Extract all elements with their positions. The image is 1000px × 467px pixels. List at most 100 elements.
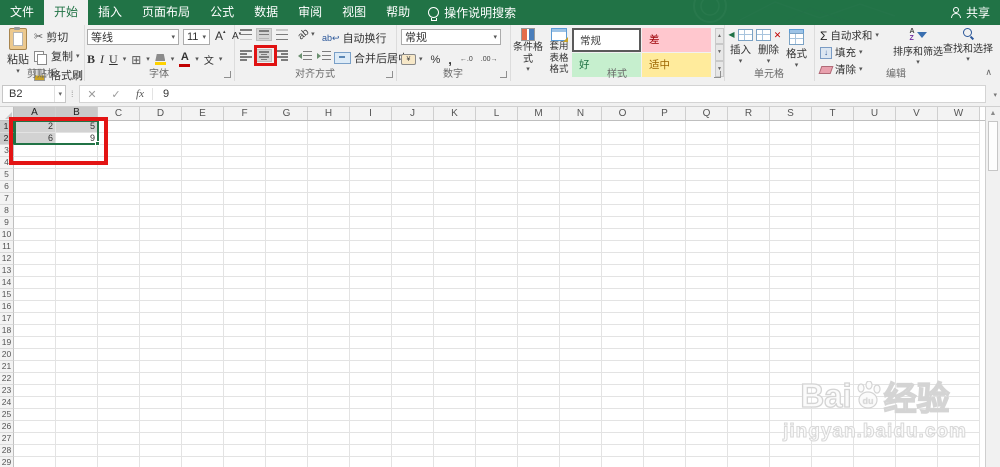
cell-F16[interactable] <box>224 301 266 313</box>
cell-L7[interactable] <box>476 193 518 205</box>
cell-H11[interactable] <box>308 241 350 253</box>
cell-I27[interactable] <box>350 433 392 445</box>
cell-W8[interactable] <box>938 205 980 217</box>
cell-S17[interactable] <box>770 313 812 325</box>
cell-G16[interactable] <box>266 301 308 313</box>
cell-V19[interactable] <box>896 337 938 349</box>
cell-G1[interactable] <box>266 121 308 133</box>
cell-K7[interactable] <box>434 193 476 205</box>
fill-color-button[interactable] <box>154 54 166 65</box>
cell-A21[interactable] <box>14 361 56 373</box>
cell-E21[interactable] <box>182 361 224 373</box>
cell-L20[interactable] <box>476 349 518 361</box>
cell-E22[interactable] <box>182 373 224 385</box>
column-header-F[interactable]: F <box>224 107 266 120</box>
cell-N28[interactable] <box>560 445 602 457</box>
cell-S20[interactable] <box>770 349 812 361</box>
cell-V25[interactable] <box>896 409 938 421</box>
increase-decimal-button[interactable]: ←.0 <box>460 56 473 63</box>
cell-T11[interactable] <box>812 241 854 253</box>
cell-Q1[interactable] <box>686 121 728 133</box>
share-button[interactable]: 共享 <box>950 0 990 25</box>
dialog-launcher-icon[interactable] <box>500 71 507 78</box>
cell-V21[interactable] <box>896 361 938 373</box>
cell-R19[interactable] <box>728 337 770 349</box>
cell-A27[interactable] <box>14 433 56 445</box>
cell-E3[interactable] <box>182 145 224 157</box>
formula-bar-handle[interactable]: ⁞ <box>71 89 74 99</box>
cell-N1[interactable] <box>560 121 602 133</box>
cell-I29[interactable] <box>350 457 392 467</box>
cell-G4[interactable] <box>266 157 308 169</box>
cell-L8[interactable] <box>476 205 518 217</box>
cell-T4[interactable] <box>812 157 854 169</box>
cell-L18[interactable] <box>476 325 518 337</box>
cell-T8[interactable] <box>812 205 854 217</box>
cell-L1[interactable] <box>476 121 518 133</box>
cell-K21[interactable] <box>434 361 476 373</box>
align-right-button[interactable] <box>274 49 290 62</box>
cell-T24[interactable] <box>812 397 854 409</box>
cell-W23[interactable] <box>938 385 980 397</box>
cell-B6[interactable] <box>56 181 98 193</box>
cell-T17[interactable] <box>812 313 854 325</box>
cell-N2[interactable] <box>560 133 602 145</box>
cell-E9[interactable] <box>182 217 224 229</box>
cell-J25[interactable] <box>392 409 434 421</box>
cell-F3[interactable] <box>224 145 266 157</box>
cell-L23[interactable] <box>476 385 518 397</box>
cell-W13[interactable] <box>938 265 980 277</box>
cell-Q12[interactable] <box>686 253 728 265</box>
cell-R5[interactable] <box>728 169 770 181</box>
cell-A6[interactable] <box>14 181 56 193</box>
cell-N11[interactable] <box>560 241 602 253</box>
cell-H26[interactable] <box>308 421 350 433</box>
cell-S7[interactable] <box>770 193 812 205</box>
cell-B20[interactable] <box>56 349 98 361</box>
cell-R21[interactable] <box>728 361 770 373</box>
cell-W26[interactable] <box>938 421 980 433</box>
cell-G23[interactable] <box>266 385 308 397</box>
cell-B13[interactable] <box>56 265 98 277</box>
cell-I19[interactable] <box>350 337 392 349</box>
cell-B8[interactable] <box>56 205 98 217</box>
cell-K15[interactable] <box>434 289 476 301</box>
cell-I23[interactable] <box>350 385 392 397</box>
cell-W25[interactable] <box>938 409 980 421</box>
cell-W24[interactable] <box>938 397 980 409</box>
cell-G19[interactable] <box>266 337 308 349</box>
cell-A12[interactable] <box>14 253 56 265</box>
cell-O20[interactable] <box>602 349 644 361</box>
cell-M14[interactable] <box>518 277 560 289</box>
cell-M8[interactable] <box>518 205 560 217</box>
cell-F10[interactable] <box>224 229 266 241</box>
cell-W17[interactable] <box>938 313 980 325</box>
cell-A14[interactable] <box>14 277 56 289</box>
cell-U28[interactable] <box>854 445 896 457</box>
cell-O19[interactable] <box>602 337 644 349</box>
cell-S24[interactable] <box>770 397 812 409</box>
cell-H12[interactable] <box>308 253 350 265</box>
cell-P27[interactable] <box>644 433 686 445</box>
cell-M18[interactable] <box>518 325 560 337</box>
row-header-17[interactable]: 17 <box>0 313 14 325</box>
cell-O23[interactable] <box>602 385 644 397</box>
cell-U21[interactable] <box>854 361 896 373</box>
cell-U7[interactable] <box>854 193 896 205</box>
decrease-decimal-button[interactable]: .00→ <box>481 56 498 63</box>
cell-K5[interactable] <box>434 169 476 181</box>
cell-E4[interactable] <box>182 157 224 169</box>
cell-G8[interactable] <box>266 205 308 217</box>
cell-A1[interactable]: 2 <box>14 121 56 133</box>
cell-S26[interactable] <box>770 421 812 433</box>
cell-U29[interactable] <box>854 457 896 467</box>
cell-J26[interactable] <box>392 421 434 433</box>
cell-A25[interactable] <box>14 409 56 421</box>
cell-S5[interactable] <box>770 169 812 181</box>
cell-J21[interactable] <box>392 361 434 373</box>
cell-N25[interactable] <box>560 409 602 421</box>
tab-公式[interactable]: 公式 <box>200 0 244 25</box>
cell-B10[interactable] <box>56 229 98 241</box>
cell-W28[interactable] <box>938 445 980 457</box>
cell-B27[interactable] <box>56 433 98 445</box>
